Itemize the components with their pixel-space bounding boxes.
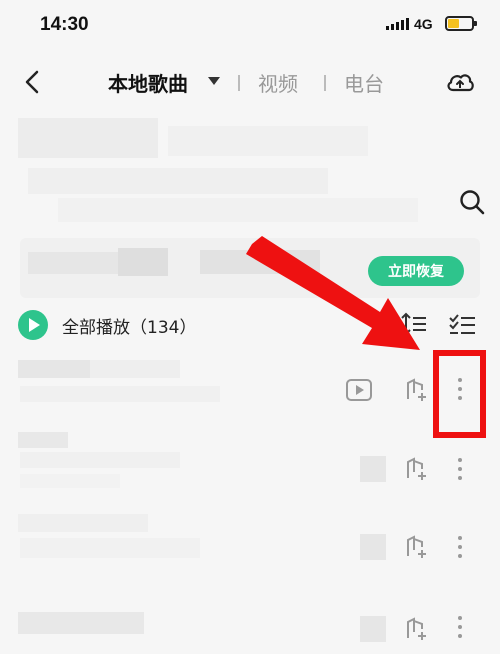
list-item[interactable] [0,588,500,654]
list-item[interactable] [0,428,500,508]
play-all-label: 全部播放（134） [62,317,197,338]
play-icon [18,310,48,340]
search-icon [460,190,485,215]
signal-icon [386,18,409,30]
video-play-icon [346,379,372,401]
add-to-playlist-icon [407,457,426,480]
tab-radio[interactable]: 电台 [344,68,384,97]
network-type: 4G [414,16,433,32]
tab-divider [324,75,326,91]
add-to-playlist-button[interactable] [404,616,430,646]
add-to-playlist-icon [407,378,426,401]
add-to-playlist-icon [407,617,426,640]
add-to-playlist-button[interactable] [404,377,430,407]
header: 本地歌曲 视频 电台 [0,55,500,110]
list-item[interactable] [0,508,500,588]
battery-icon [445,16,477,31]
annotation-highlight-box [433,350,486,438]
play-all-button[interactable]: 全部播放（134） [18,310,196,340]
banner-image [18,118,438,226]
back-button[interactable] [18,67,48,97]
chevron-left-icon [25,70,39,94]
mv-button[interactable] [345,378,373,406]
add-to-playlist-button[interactable] [404,456,430,486]
annotation-arrow-icon [246,236,420,350]
add-to-playlist-icon [407,535,426,558]
tab-video[interactable]: 视频 [258,68,298,97]
add-to-playlist-button[interactable] [404,534,430,564]
more-options-icon[interactable] [457,616,463,642]
status-bar: 14:30 4G [0,0,500,50]
multi-select-button[interactable] [447,310,477,338]
status-time: 14:30 [40,14,89,35]
list-item[interactable] [0,350,500,430]
multi-select-icon [449,314,475,334]
search-button[interactable] [458,188,486,216]
cloud-sync-icon [447,74,474,92]
more-options-icon[interactable] [457,458,463,484]
more-options-icon[interactable] [457,536,463,562]
cloud-button[interactable] [444,67,476,97]
dropdown-arrow-icon[interactable] [208,77,220,85]
tab-local-songs[interactable]: 本地歌曲 [108,68,188,97]
tab-divider [238,75,240,91]
